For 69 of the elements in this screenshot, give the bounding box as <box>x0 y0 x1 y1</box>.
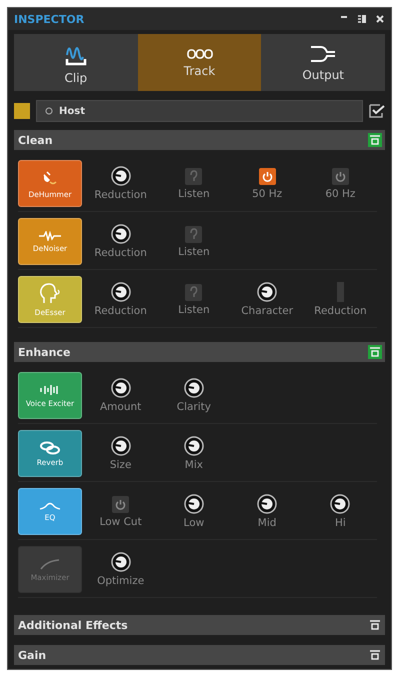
reduction-meter <box>336 282 344 302</box>
section-toggle-icon[interactable] <box>368 133 382 147</box>
control-label: Size <box>110 459 132 471</box>
power-toggle[interactable] <box>332 168 349 184</box>
layout-icon[interactable] <box>357 14 367 24</box>
section-toggle-icon[interactable] <box>368 648 382 662</box>
control-label: Optimize <box>97 575 144 587</box>
track-color-swatch[interactable] <box>14 103 30 119</box>
routing-icon <box>309 44 338 64</box>
knob[interactable] <box>110 436 131 456</box>
power-toggle[interactable] <box>258 168 276 184</box>
head-icon <box>38 282 62 304</box>
knob[interactable] <box>257 494 278 514</box>
rings-icon <box>39 440 61 454</box>
power-toggle[interactable] <box>112 496 130 512</box>
control-label: Low <box>184 517 204 529</box>
control-label: Reduction <box>94 247 147 259</box>
knob[interactable] <box>110 224 131 244</box>
control-label: Amount <box>100 401 142 413</box>
control-label: Mix <box>184 459 203 471</box>
host-field[interactable]: Host <box>36 100 363 122</box>
section-header[interactable]: Gain <box>14 645 385 665</box>
control-label: Reduction <box>94 305 147 317</box>
listen-toggle[interactable] <box>185 226 202 242</box>
circle-icon <box>45 107 53 115</box>
control-label: Character <box>241 305 294 317</box>
section-toggle-icon[interactable] <box>368 345 382 359</box>
waveform-icon <box>39 230 61 240</box>
knob[interactable] <box>257 282 278 302</box>
knob[interactable] <box>110 282 131 302</box>
hook-icon <box>189 286 198 298</box>
power-icon <box>262 170 273 182</box>
hook-icon <box>189 228 198 240</box>
listen-toggle[interactable] <box>185 168 202 184</box>
knob[interactable] <box>184 494 204 514</box>
chain-icon <box>186 48 212 60</box>
knob[interactable] <box>330 494 350 514</box>
power-icon <box>115 498 126 510</box>
window-title: INSPECTOR <box>14 12 86 26</box>
knob[interactable] <box>184 378 204 398</box>
checkbox-icon[interactable] <box>369 104 385 118</box>
control-label: Hi <box>334 517 346 529</box>
section-header[interactable]: Clean <box>14 130 385 150</box>
control-label: Low Cut <box>100 516 142 528</box>
waveform-icon <box>39 384 61 396</box>
control-label: 60 Hz <box>325 188 356 200</box>
section-header[interactable]: Additional Effects <box>14 615 385 635</box>
control-label: Reduction <box>314 305 367 317</box>
tab[interactable]: Track <box>138 34 262 91</box>
plug-icon <box>41 168 59 186</box>
knob[interactable] <box>110 378 131 398</box>
control-label: Clarity <box>176 401 211 413</box>
close-icon[interactable] <box>375 14 385 24</box>
control-label: Listen <box>178 188 210 200</box>
control-label: Reduction <box>94 189 147 201</box>
knob[interactable] <box>184 436 204 456</box>
hook-icon <box>189 170 198 182</box>
power-icon <box>334 170 346 182</box>
control-label: Listen <box>178 246 210 258</box>
curve-icon <box>39 502 61 510</box>
section-toggle-icon[interactable] <box>368 618 382 632</box>
control-label: Listen <box>178 304 210 316</box>
listen-toggle[interactable] <box>185 284 202 300</box>
section-header[interactable]: Enhance <box>14 342 385 362</box>
control-label: 50 Hz <box>252 188 282 200</box>
curve-icon <box>39 558 61 570</box>
knob[interactable] <box>110 166 131 186</box>
control-label: Mid <box>258 517 276 529</box>
knob[interactable] <box>110 552 131 572</box>
